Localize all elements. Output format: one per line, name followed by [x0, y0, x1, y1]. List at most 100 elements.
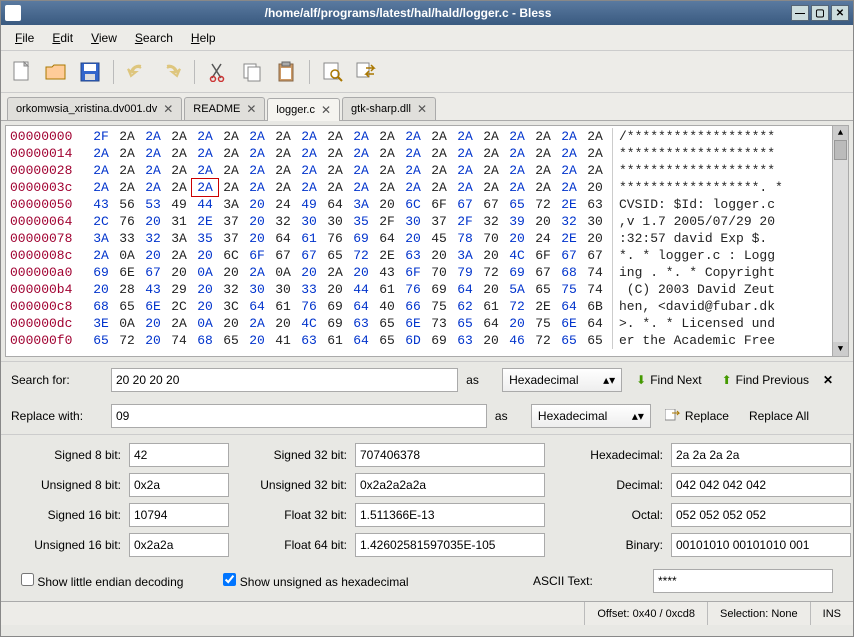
hex-byte[interactable]: 6E	[114, 264, 140, 281]
hex-byte[interactable]: 6B	[582, 298, 608, 315]
hex-byte[interactable]: 65	[374, 315, 400, 332]
ascii-column[interactable]: ******************. *	[612, 179, 783, 196]
hex-byte[interactable]: 63	[348, 315, 374, 332]
hex-byte[interactable]: 72	[504, 298, 530, 315]
hex-byte[interactable]: 72	[348, 247, 374, 264]
hex-byte[interactable]: 32	[270, 213, 296, 230]
hex-byte[interactable]: 3C	[218, 298, 244, 315]
hex-byte[interactable]: 2A	[348, 179, 374, 196]
hex-byte[interactable]: 64	[244, 298, 270, 315]
hex-byte[interactable]: 32	[140, 230, 166, 247]
hex-byte[interactable]: 2A	[478, 179, 504, 196]
hex-byte[interactable]: 2A	[166, 315, 192, 332]
hex-byte[interactable]: 31	[166, 213, 192, 230]
hex-byte[interactable]: 20	[166, 264, 192, 281]
hex-byte[interactable]: 2A	[114, 179, 140, 196]
hex-byte[interactable]: 2E	[556, 196, 582, 213]
hex-byte[interactable]: 4C	[504, 247, 530, 264]
hex-byte[interactable]: 2A	[218, 128, 244, 145]
hex-row[interactable]: 000000b420284329203230303320446176696420…	[6, 281, 832, 298]
hex-byte[interactable]: 2A	[504, 162, 530, 179]
hex-byte[interactable]: 35	[348, 213, 374, 230]
decimal-field[interactable]	[671, 473, 851, 497]
hex-byte[interactable]: 0A	[114, 315, 140, 332]
hex-byte[interactable]: 67	[270, 247, 296, 264]
hex-byte[interactable]: 6F	[530, 247, 556, 264]
hex-byte[interactable]: 68	[88, 298, 114, 315]
hex-byte[interactable]: 20	[88, 281, 114, 298]
hex-byte[interactable]: 20	[296, 264, 322, 281]
signed-32-field[interactable]	[355, 443, 545, 467]
close-tab-icon[interactable]: ✕	[321, 103, 331, 117]
close-window-button[interactable]: ✕	[831, 5, 849, 21]
hex-byte[interactable]: 2A	[322, 128, 348, 145]
hex-byte[interactable]: 20	[582, 179, 608, 196]
hex-byte[interactable]: 2A	[426, 179, 452, 196]
hex-byte[interactable]: 20	[530, 213, 556, 230]
hex-byte[interactable]: 2A	[478, 162, 504, 179]
hex-byte[interactable]: 2A	[166, 162, 192, 179]
tab-readme[interactable]: README✕	[184, 97, 265, 120]
hex-byte[interactable]: 20	[270, 315, 296, 332]
hex-byte[interactable]: 32	[478, 213, 504, 230]
hex-byte[interactable]: 2A	[166, 247, 192, 264]
hex-byte[interactable]: 66	[400, 298, 426, 315]
scroll-up-icon[interactable]: ▲	[833, 126, 848, 140]
hex-row[interactable]: 000000142A2A2A2A2A2A2A2A2A2A2A2A2A2A2A2A…	[6, 145, 832, 162]
hex-byte[interactable]: 64	[322, 196, 348, 213]
hex-byte[interactable]: 2A	[400, 128, 426, 145]
hex-byte[interactable]: 64	[582, 315, 608, 332]
hex-byte[interactable]: 65	[504, 196, 530, 213]
hex-byte[interactable]: 74	[582, 281, 608, 298]
hex-byte[interactable]: 2A	[374, 128, 400, 145]
hex-byte[interactable]: 63	[582, 196, 608, 213]
hex-byte[interactable]: 37	[426, 213, 452, 230]
hex-row[interactable]: 0000003c2A2A2A2A2A2A2A2A2A2A2A2A2A2A2A2A…	[6, 179, 832, 196]
hex-byte[interactable]: 30	[582, 213, 608, 230]
hex-byte[interactable]: 2E	[192, 213, 218, 230]
hex-byte[interactable]: 44	[192, 196, 218, 213]
hex-byte[interactable]: 2A	[218, 179, 244, 196]
hex-byte[interactable]: 75	[530, 315, 556, 332]
hex-byte[interactable]: 2F	[88, 128, 114, 145]
hex-byte[interactable]: 64	[452, 281, 478, 298]
hex-row[interactable]: 000000dc3E0A202A0A202A204C6963656E736564…	[6, 315, 832, 332]
hex-byte[interactable]: 6D	[400, 332, 426, 349]
hex-byte[interactable]: 75	[426, 298, 452, 315]
close-search-button[interactable]: ✕	[823, 373, 843, 387]
hex-byte[interactable]: 20	[192, 298, 218, 315]
hex-byte[interactable]: 6F	[426, 196, 452, 213]
hex-byte[interactable]: 43	[88, 196, 114, 213]
hex-byte[interactable]: 62	[452, 298, 478, 315]
hex-byte[interactable]: 6E	[400, 315, 426, 332]
replace-button[interactable]	[352, 57, 382, 87]
hex-byte[interactable]: 2A	[374, 145, 400, 162]
search-format-select[interactable]: Hexadecimal▴▾	[502, 368, 622, 392]
hex-byte[interactable]: 2A	[270, 128, 296, 145]
hex-byte[interactable]: 2F	[452, 213, 478, 230]
hex-byte[interactable]: 2A	[244, 264, 270, 281]
menu-help[interactable]: Help	[183, 27, 224, 49]
hex-byte[interactable]: 3A	[348, 196, 374, 213]
hex-byte[interactable]: 67	[478, 196, 504, 213]
hex-byte[interactable]: 3A	[88, 230, 114, 247]
hex-byte[interactable]: 2A	[218, 145, 244, 162]
hex-byte[interactable]: 2A	[530, 145, 556, 162]
hex-byte[interactable]: 2A	[322, 145, 348, 162]
hex-byte[interactable]: 2A	[244, 128, 270, 145]
hex-byte[interactable]: 2A	[400, 145, 426, 162]
hex-byte[interactable]: 40	[374, 298, 400, 315]
hex-byte[interactable]: 20	[322, 281, 348, 298]
hex-byte[interactable]: 30	[296, 213, 322, 230]
hex-byte[interactable]: 2C	[166, 298, 192, 315]
hex-byte[interactable]: 2A	[504, 128, 530, 145]
hex-byte[interactable]: 2A	[296, 162, 322, 179]
hex-byte[interactable]: 20	[140, 315, 166, 332]
hex-byte[interactable]: 43	[140, 281, 166, 298]
hex-byte[interactable]: 65	[452, 315, 478, 332]
hex-row[interactable]: 000000642C7620312E3720323030352F30372F32…	[6, 213, 832, 230]
hex-byte[interactable]: 64	[556, 298, 582, 315]
menu-search[interactable]: Search	[127, 27, 181, 49]
hex-byte[interactable]: 70	[426, 264, 452, 281]
close-tab-icon[interactable]: ✕	[246, 102, 256, 116]
